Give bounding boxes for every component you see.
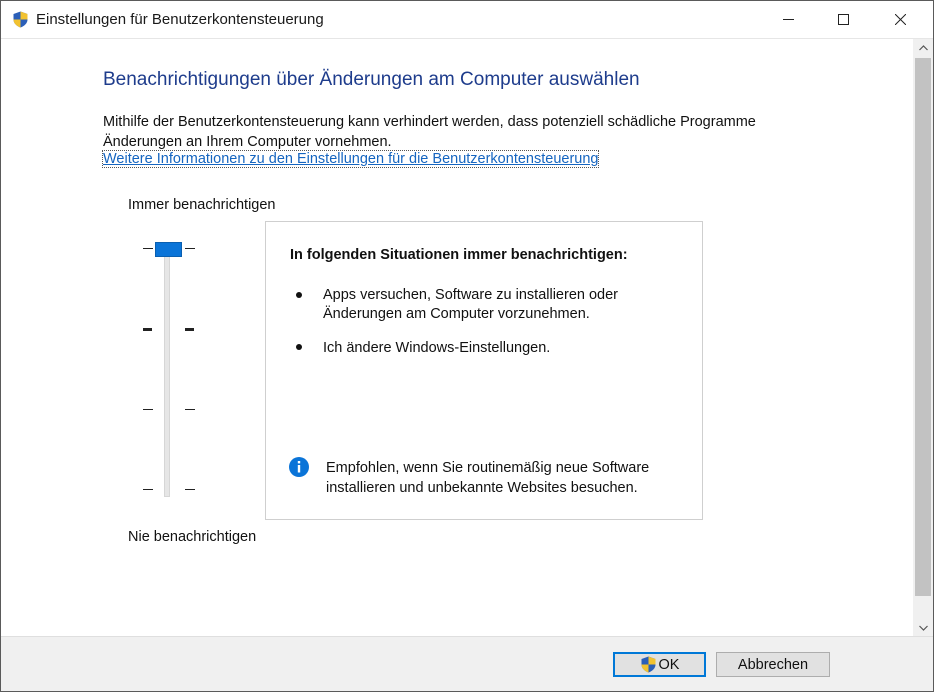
bullet-dot bbox=[296, 292, 302, 298]
scroll-down-button[interactable] bbox=[913, 619, 933, 636]
slider-tick-right-1 bbox=[185, 489, 195, 490]
ok-button-label: OK bbox=[658, 656, 680, 673]
chevron-down-icon bbox=[918, 625, 928, 631]
ok-button[interactable]: OK bbox=[613, 652, 706, 677]
recommendation-text: Empfohlen, wenn Sie routinemäßig neue So… bbox=[326, 460, 650, 496]
scroll-up-button[interactable] bbox=[913, 39, 933, 56]
notification-slider-thumb[interactable] bbox=[155, 242, 182, 257]
description-panel: In folgenden Situationen immer benachric… bbox=[265, 221, 703, 520]
bullet-dot bbox=[296, 344, 302, 350]
chevron-up-icon bbox=[918, 44, 928, 50]
slider-label-bottom: Nie benachrichtigen bbox=[128, 529, 257, 545]
slider-label-top: Immer benachrichtigen bbox=[128, 197, 276, 213]
slider-tick-left-3 bbox=[143, 328, 152, 331]
minimize-button[interactable] bbox=[765, 1, 811, 38]
slider-tick-left-1 bbox=[143, 489, 153, 490]
window-title: Einstellungen für Benutzerkontensteuerun… bbox=[36, 11, 324, 28]
content-area: Benachrichtigungen über Änderungen am Co… bbox=[1, 39, 913, 636]
maximize-icon bbox=[837, 14, 849, 25]
maximize-button[interactable] bbox=[820, 1, 866, 38]
slider-tick-left-2 bbox=[143, 409, 153, 410]
cancel-button[interactable]: Abbrechen bbox=[716, 652, 830, 677]
minimize-icon bbox=[782, 19, 794, 20]
uac-settings-window: Einstellungen für Benutzerkontensteuerun… bbox=[0, 0, 934, 692]
close-button[interactable] bbox=[877, 1, 923, 38]
uac-shield-icon bbox=[641, 656, 656, 673]
info-icon bbox=[289, 457, 309, 477]
notification-slider-track[interactable] bbox=[164, 245, 170, 497]
description-text: Mithilfe der Benutzerkontensteuerung kan… bbox=[103, 114, 756, 150]
panel-heading: In folgenden Situationen immer benachric… bbox=[290, 247, 628, 263]
slider-tick-right-2 bbox=[185, 409, 195, 410]
button-bar: OK Abbrechen bbox=[1, 636, 933, 691]
title-bar: Einstellungen für Benutzerkontensteuerun… bbox=[1, 1, 933, 39]
slider-tick-right-4 bbox=[185, 248, 195, 249]
scrollbar-thumb[interactable] bbox=[915, 58, 931, 596]
page-title: Benachrichtigungen über Änderungen am Co… bbox=[103, 69, 640, 90]
close-icon bbox=[894, 14, 906, 25]
bullet-item: Ich ändere Windows-Einstellungen. bbox=[323, 340, 551, 356]
bullet-item: Apps versuchen, Software zu installieren… bbox=[323, 287, 618, 322]
slider-tick-right-3 bbox=[185, 328, 194, 331]
more-info-link[interactable]: Weitere Informationen zu den Einstellung… bbox=[101, 150, 600, 168]
uac-shield-icon bbox=[13, 11, 28, 28]
vertical-scrollbar[interactable] bbox=[913, 39, 933, 636]
slider-tick-left-4 bbox=[143, 248, 153, 249]
